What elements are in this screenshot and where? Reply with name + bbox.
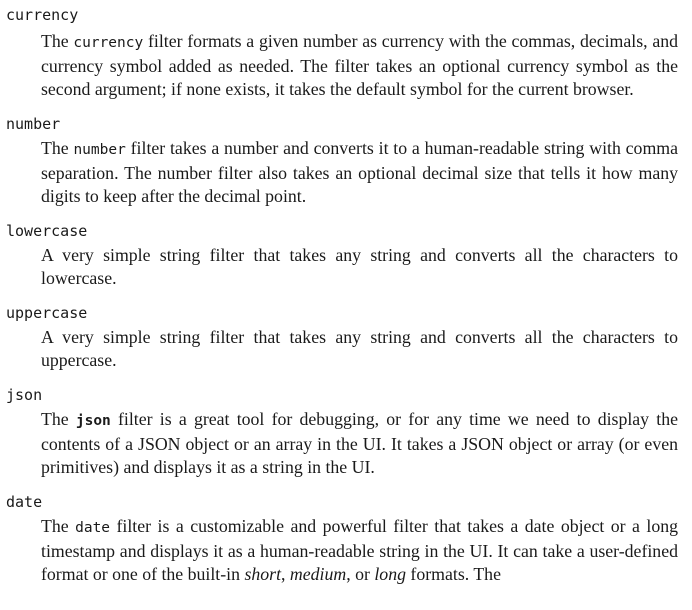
- term-currency: currency: [6, 6, 79, 24]
- description-text: The: [41, 409, 76, 429]
- description-text: filter is a great tool for debugging, or…: [41, 409, 678, 477]
- description-text: filter takes a number and converts it to…: [41, 138, 678, 206]
- definition-number: number The number filter takes a number …: [0, 115, 692, 208]
- emphasis-short: short: [244, 564, 282, 584]
- description-date: The date filter is a customizable and po…: [41, 515, 678, 586]
- description-text: The: [41, 516, 76, 536]
- description-currency: The currency filter formats a given numb…: [41, 30, 678, 101]
- term-json: json: [6, 386, 43, 404]
- definition-date: date The date filter is a customizable a…: [0, 493, 692, 586]
- description-uppercase: A very simple string filter that takes a…: [41, 326, 678, 372]
- term-uppercase: uppercase: [6, 304, 88, 322]
- definition-lowercase: lowercase A very simple string filter th…: [0, 222, 692, 290]
- description-json: The json filter is a great tool for debu…: [41, 408, 678, 479]
- emphasis-long: long: [374, 564, 406, 584]
- term-date: date: [6, 493, 43, 511]
- definition-uppercase: uppercase A very simple string filter th…: [0, 304, 692, 372]
- inline-code: json: [75, 413, 111, 429]
- document-page: currency The currency filter formats a g…: [0, 0, 692, 610]
- definition-currency: currency The currency filter formats a g…: [0, 6, 692, 101]
- term-number: number: [6, 115, 61, 133]
- description-text: The: [41, 31, 74, 51]
- description-text: ,: [281, 564, 290, 584]
- description-text: A very simple string filter that takes a…: [41, 327, 678, 370]
- definition-json: json The json filter is a great tool for…: [0, 386, 692, 479]
- inline-code: currency: [73, 35, 144, 51]
- inline-code: date: [75, 520, 111, 536]
- description-number: The number filter takes a number and con…: [41, 137, 678, 208]
- term-lowercase: lowercase: [6, 222, 88, 240]
- description-text: The: [41, 138, 74, 158]
- inline-code: number: [73, 142, 126, 158]
- description-text: , or: [346, 564, 375, 584]
- description-lowercase: A very simple string filter that takes a…: [41, 244, 678, 290]
- emphasis-medium: medium: [289, 564, 347, 584]
- description-text: A very simple string filter that takes a…: [41, 245, 678, 288]
- description-text: formats. The: [405, 564, 501, 584]
